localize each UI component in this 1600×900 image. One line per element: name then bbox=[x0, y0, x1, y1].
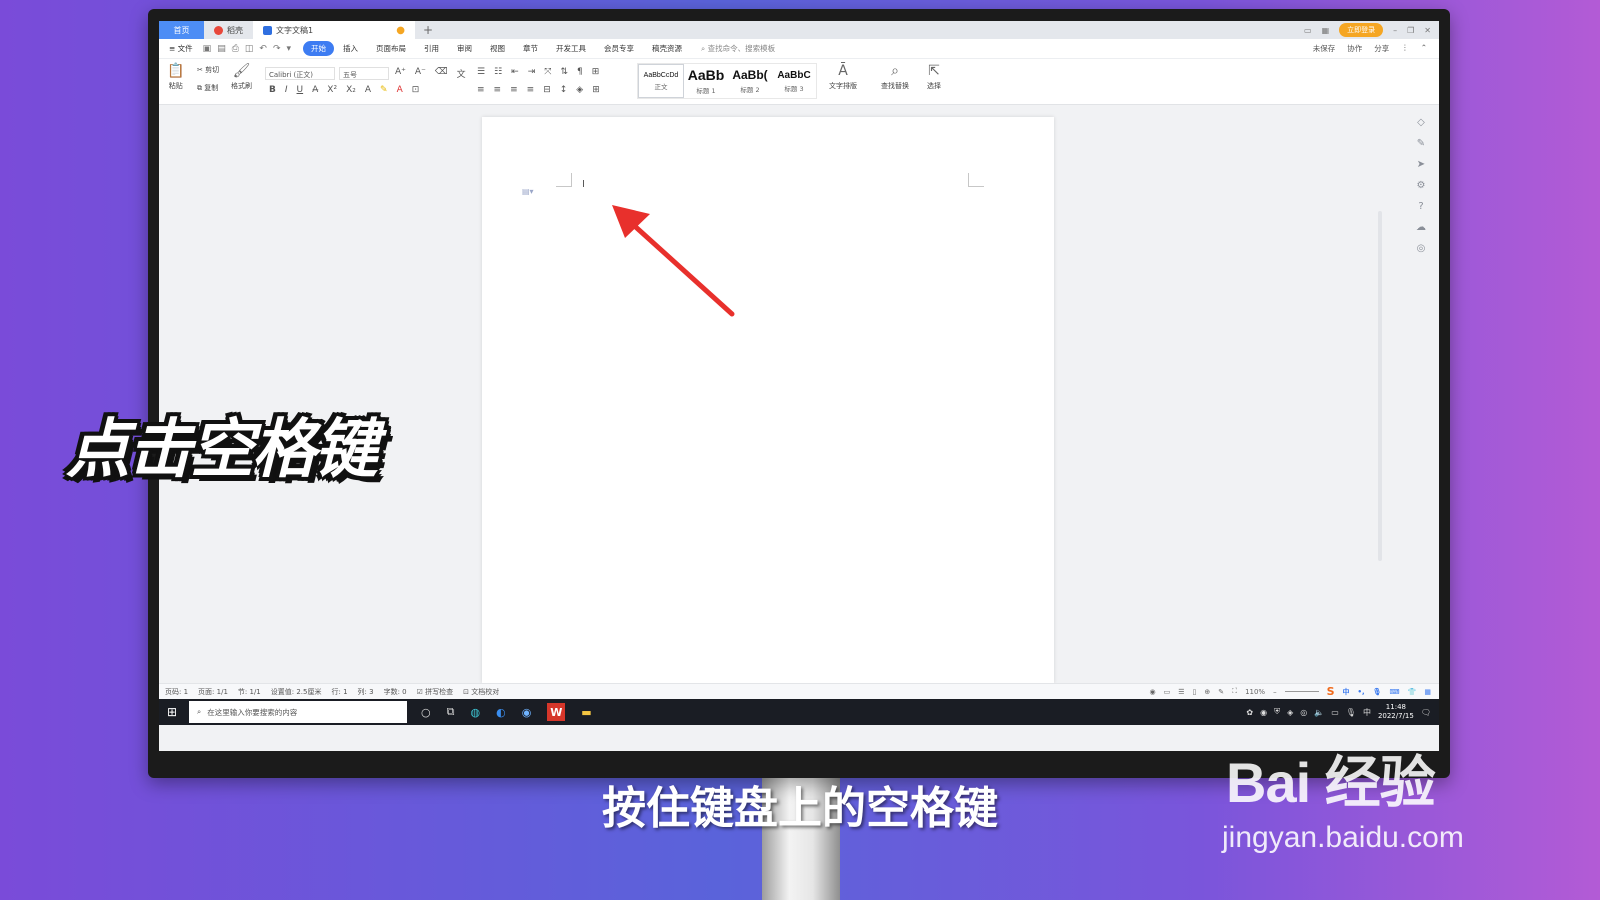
watermark-url: jingyan.baidu.com bbox=[1222, 821, 1464, 854]
overlay-title: 点击空格键 bbox=[66, 413, 378, 487]
arrow-shaft bbox=[625, 217, 735, 317]
baidu-watermark: Bai 经验 jingyan.baidu.com bbox=[1222, 738, 1464, 855]
watermark-brand: Bai 经验 bbox=[1226, 751, 1436, 814]
